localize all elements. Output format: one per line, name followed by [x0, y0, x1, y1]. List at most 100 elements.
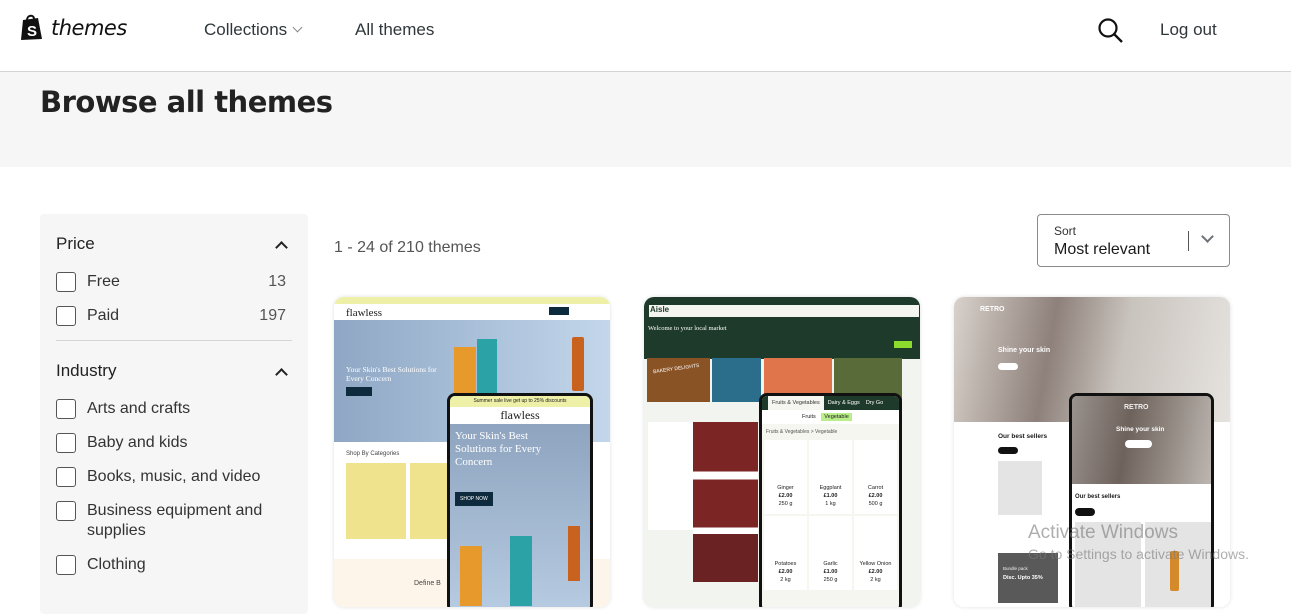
- product-name: Yellow Onion: [859, 561, 892, 567]
- checkbox[interactable]: [56, 501, 76, 521]
- price-filter-header[interactable]: Price: [56, 214, 292, 272]
- option-label: Free: [87, 273, 120, 290]
- product-card: Yellow Onion £2.00 2 kg: [854, 516, 897, 590]
- option-label: Books, music, and video: [87, 468, 261, 485]
- logout-link[interactable]: Log out: [1160, 20, 1217, 40]
- tab-dry-goods: Dry Go: [865, 400, 884, 406]
- theme-card-flawless[interactable]: flawless Your Skin's Best Solutions for …: [334, 297, 610, 607]
- product-card: Garlic £1.00 250 g: [809, 516, 852, 590]
- filter-pill: [998, 447, 1018, 454]
- announcement-text: Summer sale live get up to 25% discounts: [450, 396, 590, 407]
- shopify-bag-icon: S: [21, 14, 42, 40]
- product-name: Garlic: [823, 561, 838, 567]
- watermark-line1: Activate Windows: [1028, 522, 1178, 543]
- category-sidebar: [648, 422, 693, 530]
- option-count: 197: [259, 307, 286, 324]
- divider: [1188, 231, 1189, 251]
- shop-now-button: [998, 363, 1018, 370]
- tile-label: BAKERY DELIGHTS: [652, 362, 700, 376]
- option-label: Clothing: [87, 556, 146, 573]
- category-image: [346, 463, 406, 539]
- filter-option-baby[interactable]: Baby and kids: [56, 433, 292, 453]
- theme-brand: flawless: [346, 307, 383, 319]
- theme-brand: RETRO: [1124, 404, 1149, 411]
- checkbox[interactable]: [56, 272, 76, 292]
- nav-collections-label: Collections: [204, 20, 288, 39]
- product-qty: 1 kg: [825, 501, 836, 507]
- search-icon[interactable]: [1097, 17, 1125, 45]
- checkbox[interactable]: [56, 306, 76, 326]
- product-name: Ginger: [777, 485, 794, 491]
- subtab-vegetable: Vegetable: [821, 413, 852, 421]
- filter-option-paid[interactable]: Paid 197: [56, 306, 292, 326]
- sort-select[interactable]: Sort Most relevant: [1037, 214, 1230, 267]
- chevron-up-icon: [275, 367, 288, 381]
- chevron-down-icon: [1201, 230, 1214, 243]
- industry-filter-header[interactable]: Industry: [56, 341, 292, 399]
- product-price: £2.00: [868, 569, 883, 575]
- tab-dairy-eggs: Dairy & Eggs: [827, 400, 860, 406]
- hero-headline: Your Skin's Best Solutions for Every Con…: [455, 430, 542, 468]
- category-tile: BAKERY DELIGHTS: [647, 358, 710, 402]
- cta-button: [894, 341, 912, 348]
- price-title: Price: [56, 234, 95, 253]
- product-qty: 2 kg: [780, 577, 791, 583]
- product-qty: 2 kg: [870, 577, 881, 583]
- product-box: [460, 546, 482, 606]
- serum-bottle: [568, 526, 580, 581]
- chevron-up-icon: [275, 240, 288, 254]
- section-title: Our best sellers: [1075, 494, 1121, 500]
- filter-option-clothing[interactable]: Clothing: [56, 555, 292, 575]
- subtabs: Fruits Vegetable: [762, 410, 899, 424]
- category-tabs: Fruits & Vegetables Dairy & Eggs Dry Go: [762, 396, 899, 410]
- filter-option-books[interactable]: Books, music, and video: [56, 467, 292, 487]
- product-image: [998, 461, 1042, 515]
- filter-sidebar: Price Free 13 Paid 197 Industry Arts and c…: [40, 214, 308, 614]
- theme-card-aisle[interactable]: Aisle Welcome to your local market BAKER…: [644, 297, 920, 607]
- product-price: £1.00: [823, 493, 838, 499]
- filter-option-business[interactable]: Business equipment and supplies: [56, 501, 292, 541]
- hero-headline: Your Skin's Best Solutions for Every Con…: [346, 365, 437, 383]
- subtab-fruits: Fruits: [802, 414, 816, 420]
- breadcrumb: Fruits & Vegetables > Vegetable: [766, 429, 838, 435]
- top-header: S themes Collections All themes Log out: [0, 0, 1291, 72]
- shop-now-button: SHOP NOW: [455, 492, 493, 506]
- nav-all-themes[interactable]: All themes: [355, 20, 434, 40]
- option-label: Arts and crafts: [87, 400, 191, 417]
- checkbox[interactable]: [56, 433, 76, 453]
- checkbox[interactable]: [56, 399, 76, 419]
- logo-text: themes: [51, 15, 127, 40]
- product-price: £2.00: [778, 569, 793, 575]
- filter-option-free[interactable]: Free 13: [56, 272, 292, 292]
- product-card: Carrot £2.00 500 g: [854, 440, 897, 514]
- serum-bottle: [572, 337, 584, 391]
- option-label: Paid: [87, 307, 120, 324]
- checkbox[interactable]: [56, 555, 76, 575]
- announcement-bar: [334, 297, 610, 304]
- shopify-themes-logo[interactable]: S themes: [19, 14, 127, 41]
- sort-value: Most relevant: [1054, 241, 1151, 258]
- nav-collections[interactable]: Collections: [204, 20, 303, 40]
- hero-headline: Shine your skin: [998, 347, 1051, 354]
- product-name: Eggplant: [819, 485, 842, 491]
- tab-fruits-vegetables: Fruits & Vegetables: [768, 396, 824, 410]
- category-tile: [712, 358, 761, 402]
- product-card: Eggplant £1.00 1 kg: [809, 440, 852, 514]
- section-title: Shop By Categories: [346, 451, 400, 457]
- shop-now-button: [346, 387, 372, 396]
- filter-option-arts[interactable]: Arts and crafts: [56, 399, 292, 419]
- hero-headline: Shine your skin: [1116, 426, 1165, 433]
- product-box: [510, 536, 532, 606]
- windows-activation-watermark: Activate Windows Go to Settings to activ…: [1028, 522, 1249, 562]
- mobile-preview: RETRO Shine your skin Our best sellers: [1069, 393, 1214, 607]
- product-price: £1.00: [823, 569, 838, 575]
- theme-brand: RETRO: [980, 306, 1005, 313]
- watermark-line2: Go to Settings to activate Windows.: [1028, 546, 1249, 562]
- product-price: £2.00: [778, 493, 793, 499]
- filter-pill: [1075, 508, 1095, 516]
- checkbox[interactable]: [56, 467, 76, 487]
- product-price: £2.00: [868, 493, 883, 499]
- section-title: Our best sellers: [998, 433, 1048, 440]
- option-label: Business equipment and supplies: [87, 502, 263, 539]
- product-name: Carrot: [867, 485, 884, 491]
